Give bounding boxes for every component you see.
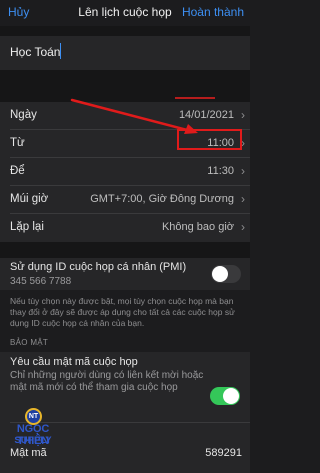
end-time-row[interactable]: Để 11:30 › bbox=[0, 158, 250, 186]
toggle-knob bbox=[212, 266, 228, 282]
start-time-label: Từ bbox=[10, 137, 25, 149]
timezone-label: Múi giờ bbox=[10, 193, 49, 205]
timezone-row[interactable]: Múi giờ GMT+7:00, Giờ Đông Dương › bbox=[0, 186, 250, 214]
pmi-row: Sử dụng ID cuộc họp cá nhân (PMI) 345 56… bbox=[0, 258, 250, 290]
passcode-value: 589291 bbox=[205, 447, 242, 459]
done-button[interactable]: Hoàn thành bbox=[182, 5, 244, 19]
require-passcode-toggle[interactable] bbox=[210, 387, 240, 405]
repeat-row[interactable]: Lặp lại Không bao giờ › bbox=[0, 214, 250, 242]
require-passcode-description: Chỉ những người dùng có liên kết mời hoặ… bbox=[10, 370, 204, 393]
pmi-label: Sử dụng ID cuộc họp cá nhân (PMI) bbox=[10, 261, 187, 273]
section-divider bbox=[0, 242, 250, 258]
meeting-topic-value: Học Toán bbox=[10, 45, 61, 59]
watermark-logo: NT NGỌC THIỆN SUPPLY bbox=[2, 408, 64, 470]
date-row[interactable]: Ngày 14/01/2021 › bbox=[0, 102, 250, 130]
meeting-topic-field[interactable]: Học Toán bbox=[0, 36, 250, 70]
chevron-right-icon: › bbox=[241, 220, 245, 234]
annotation-highlight-box bbox=[177, 129, 242, 150]
text-cursor bbox=[60, 43, 61, 59]
repeat-value: Không bao giờ bbox=[161, 221, 234, 233]
section-divider bbox=[0, 26, 250, 36]
timezone-value: GMT+7:00, Giờ Đông Dương bbox=[90, 193, 234, 205]
date-value: 14/01/2021 bbox=[178, 109, 234, 121]
end-time-label: Để bbox=[10, 165, 25, 177]
chevron-right-icon: › bbox=[241, 108, 245, 122]
security-section-header: BẢO MẬT bbox=[10, 338, 49, 347]
pmi-note: Nếu tùy chọn này được bật, mọi tùy chọn … bbox=[10, 296, 235, 328]
date-label: Ngày bbox=[10, 109, 37, 121]
annotation-underline bbox=[175, 97, 215, 99]
chevron-right-icon: › bbox=[241, 164, 245, 178]
pmi-id: 345 566 7788 bbox=[10, 276, 72, 287]
navigation-bar: Hủy Lên lịch cuộc họp Hoàn thành bbox=[0, 0, 250, 26]
pmi-toggle[interactable] bbox=[211, 265, 241, 283]
require-passcode-label: Yêu cầu mật mã cuộc họp bbox=[10, 356, 138, 368]
logo-text-secondary: SUPPLY bbox=[14, 435, 52, 446]
chevron-right-icon: › bbox=[241, 192, 245, 206]
end-time-value: 11:30 bbox=[207, 165, 234, 177]
repeat-label: Lặp lại bbox=[10, 221, 44, 233]
toggle-knob bbox=[223, 388, 239, 404]
